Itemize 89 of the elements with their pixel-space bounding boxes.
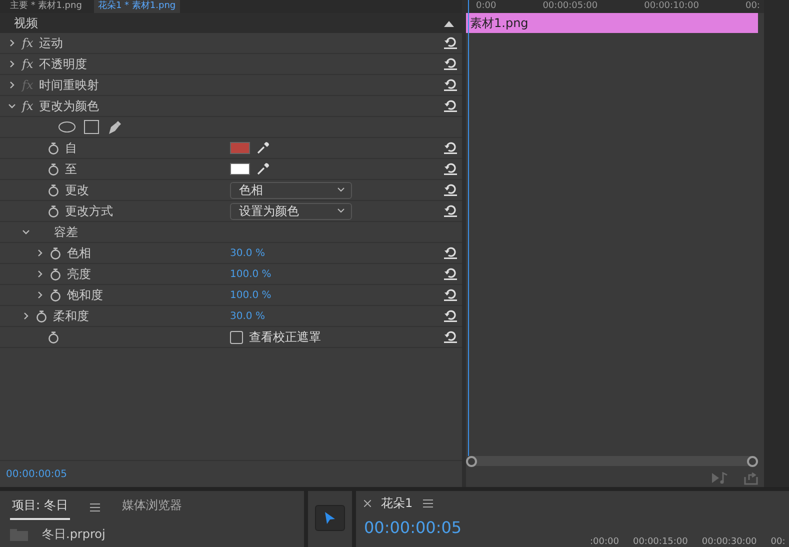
dropdown[interactable]: 设置为颜色 <box>230 202 352 220</box>
reset-icon[interactable] <box>444 268 457 280</box>
reset-icon[interactable] <box>444 331 457 343</box>
percent-value[interactable]: 100.0 % <box>230 268 272 280</box>
property-label: 至 <box>65 160 77 178</box>
sequence-tab[interactable]: 花朵1 <box>381 495 413 512</box>
property-label: 柔和度 <box>53 308 89 324</box>
project-file[interactable]: 冬日.prproj <box>42 526 106 543</box>
chevron-down-icon[interactable] <box>8 102 16 110</box>
arrow-cursor-icon <box>324 511 336 525</box>
stopwatch-icon[interactable] <box>48 184 59 196</box>
color-swatch[interactable] <box>230 163 250 175</box>
panel-tab[interactable]: 主要 * 素材1.png <box>6 0 86 13</box>
ruler-label: 00:00:30:00 <box>702 537 757 547</box>
timecode[interactable]: 00:00:00:05 <box>364 518 781 537</box>
chevron-right-icon[interactable] <box>36 249 44 257</box>
chevron-right-icon[interactable] <box>8 60 16 68</box>
section-title: 视频 <box>14 14 38 32</box>
stopwatch-icon[interactable] <box>50 288 61 302</box>
menu-icon[interactable] <box>422 499 433 508</box>
ruler-label: 00: <box>745 0 760 13</box>
reset-icon[interactable] <box>444 79 457 91</box>
reset-icon[interactable] <box>444 205 457 217</box>
fx-icon[interactable]: fx <box>22 99 34 113</box>
panel-tab[interactable]: 花朵1 * 素材1.png <box>94 0 180 13</box>
chevron-down-icon[interactable] <box>22 228 30 236</box>
percent-value[interactable]: 100.0 % <box>230 290 272 300</box>
effect-name: 不透明度 <box>39 56 88 72</box>
dropdown[interactable]: 色相 <box>230 182 352 198</box>
property-label: 更改 <box>65 182 89 198</box>
stopwatch-icon[interactable] <box>48 162 59 176</box>
ruler-label: 0:00 <box>476 0 496 13</box>
clip-bar[interactable]: 素材1.png <box>466 13 758 33</box>
stopwatch-icon[interactable] <box>48 142 59 154</box>
menu-icon[interactable] <box>90 503 100 512</box>
fx-icon[interactable]: fx <box>22 36 34 50</box>
effect-name: 时间重映射 <box>39 76 100 94</box>
stopwatch-icon[interactable] <box>48 330 59 344</box>
folder-icon <box>10 528 28 540</box>
ruler-label: 00:00:05:00 <box>542 0 598 13</box>
chevron-down-icon <box>337 187 345 193</box>
chevron-right-icon[interactable] <box>22 312 30 320</box>
pen-tool-icon[interactable] <box>107 120 122 134</box>
chevron-right-icon[interactable] <box>36 291 44 299</box>
stopwatch-icon[interactable] <box>50 268 61 280</box>
stopwatch-icon[interactable] <box>48 204 59 218</box>
zoom-scrollbar[interactable] <box>466 456 758 466</box>
reset-icon[interactable] <box>444 100 457 112</box>
stopwatch-icon[interactable] <box>50 246 61 260</box>
ellipse-mask-icon[interactable] <box>58 121 76 133</box>
eyedropper-icon[interactable] <box>256 141 270 155</box>
eyedropper-icon[interactable] <box>256 162 270 176</box>
property-label: 自 <box>65 140 77 156</box>
timecode[interactable]: 00:00:00:05 <box>6 468 68 480</box>
color-swatch[interactable] <box>230 142 250 154</box>
checkbox[interactable] <box>230 330 243 344</box>
effect-name: 运动 <box>39 34 64 52</box>
property-label: 饱和度 <box>67 286 103 304</box>
reset-icon[interactable] <box>444 289 457 301</box>
ruler-label: :00:00 <box>590 537 619 547</box>
fx-icon[interactable]: fx <box>22 57 34 71</box>
chevron-down-icon <box>337 208 345 214</box>
effect-name: 更改为颜色 <box>39 98 100 114</box>
property-label: 色相 <box>67 244 91 262</box>
ruler-label: 00:00:10:00 <box>644 0 699 13</box>
triangle-up-icon[interactable] <box>444 20 454 26</box>
panel-tab[interactable]: 项目: 冬日 <box>10 495 70 520</box>
percent-value[interactable]: 30.0 % <box>230 310 265 322</box>
reset-icon[interactable] <box>444 184 457 196</box>
group-label: 容差 <box>54 224 78 240</box>
checkbox-label: 查看校正遮罩 <box>249 328 321 346</box>
ruler-label: 00: <box>770 537 786 547</box>
ruler-label: 00:00:15:00 <box>632 537 688 547</box>
rectangle-mask-icon[interactable] <box>84 120 99 134</box>
chevron-right-icon[interactable] <box>36 270 44 278</box>
close-icon[interactable] <box>364 500 371 507</box>
chevron-right-icon[interactable] <box>8 39 16 47</box>
property-label: 更改方式 <box>65 202 113 220</box>
reset-icon[interactable] <box>444 163 457 175</box>
reset-icon[interactable] <box>444 37 457 49</box>
reset-icon[interactable] <box>444 247 457 259</box>
reset-icon[interactable] <box>444 58 457 70</box>
property-label: 亮度 <box>67 266 91 282</box>
panel-tab[interactable]: 媒体浏览器 <box>120 495 184 520</box>
stopwatch-icon[interactable] <box>36 310 47 322</box>
selection-tool[interactable] <box>315 505 345 531</box>
reset-icon[interactable] <box>444 310 457 322</box>
percent-value[interactable]: 30.0 % <box>230 248 265 258</box>
reset-icon[interactable] <box>444 142 457 154</box>
